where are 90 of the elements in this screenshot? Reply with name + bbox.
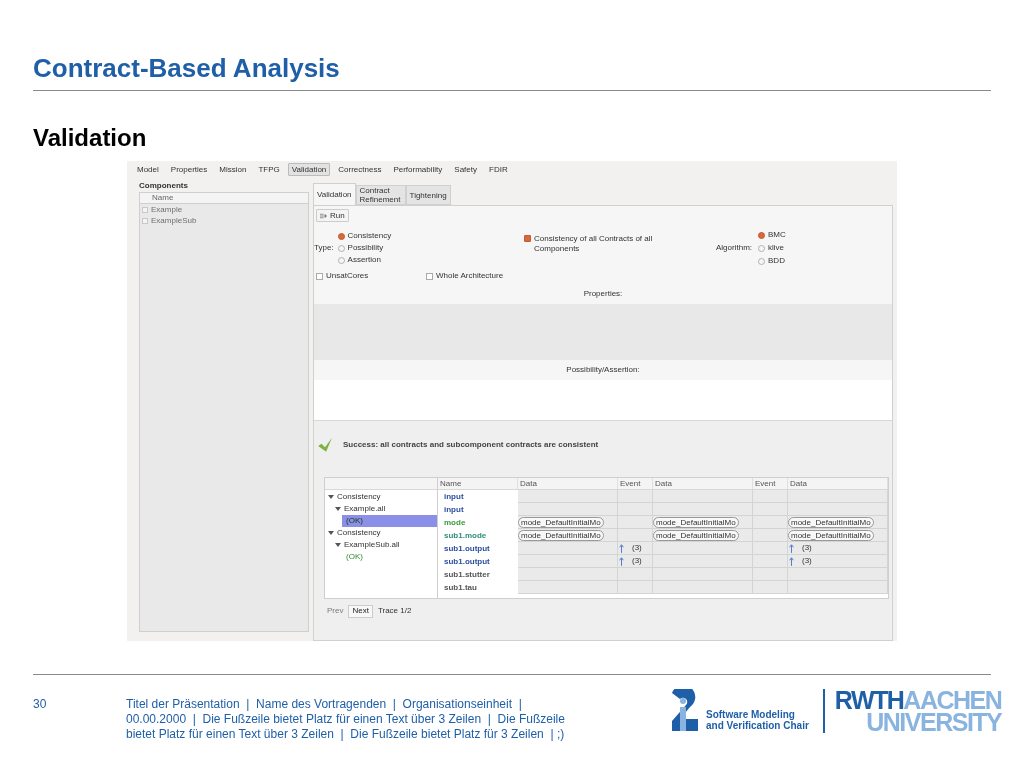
radio-label: BMC xyxy=(768,230,786,240)
chair-name: Software Modeling and Verification Chair xyxy=(706,709,809,731)
tree-item[interactable]: (OK) xyxy=(342,515,437,527)
slide-title: Contract-Based Analysis xyxy=(33,52,340,84)
value-pill: mode_DefaultInitialMo xyxy=(788,516,874,528)
signal-name: sub1.stutter xyxy=(443,568,491,581)
value-pill: mode_DefaultInitialMo xyxy=(653,516,739,528)
signal-name: sub1.output xyxy=(443,555,491,568)
event-arrow-icon xyxy=(789,556,794,566)
expand-icon[interactable] xyxy=(335,543,341,547)
radio-button[interactable] xyxy=(337,232,345,240)
signal-name: sub1.mode xyxy=(443,529,488,542)
column-header: Data xyxy=(653,478,753,489)
section-label: Possibility/Assertion: xyxy=(566,365,640,375)
event-count: (3) xyxy=(632,556,642,566)
radio-label: Consistency xyxy=(347,231,392,241)
tab[interactable]: Performability xyxy=(389,163,447,176)
checkbox-label: UnsatCores xyxy=(326,271,369,281)
footer-text: Titel der Präsentation | Name des Vortragenden | Organisationseinheit | 00.00.2000 | Die Fußzeile bietet Platz für einen Text über 3 Zeilen | Die Fußzeile bietet Platz für einen Text über 3 Zeilen | Die Fußzeile bietet Platz für 3 Zeilen | ;) xyxy=(126,697,566,742)
value-pill: mode_DefaultInitialMo xyxy=(518,516,604,528)
tab[interactable]: Mission xyxy=(215,163,251,176)
page-number: 30 xyxy=(33,697,47,711)
trace-counter: Trace 1/2 xyxy=(377,606,412,616)
component-name[interactable]: Example xyxy=(151,204,183,215)
tree-item[interactable]: Consistency xyxy=(337,528,381,538)
table-cell xyxy=(618,581,653,594)
tab[interactable]: TFPG xyxy=(254,163,284,176)
run-button[interactable]: Run xyxy=(316,209,349,222)
event-count: (3) xyxy=(802,543,812,553)
radio-label: Assertion xyxy=(347,255,381,265)
component-name[interactable]: ExampleSub xyxy=(151,215,197,226)
tab[interactable]: Validation xyxy=(313,183,356,205)
signal-name: sub1.output xyxy=(443,542,491,555)
event-arrow-icon xyxy=(619,556,624,566)
checkbox-label: Whole Architecture xyxy=(436,271,504,281)
signal-name: mode xyxy=(443,516,467,529)
tab[interactable]: Validation xyxy=(287,163,331,176)
nav-button[interactable]: Next xyxy=(348,604,373,618)
event-arrow-icon xyxy=(619,543,624,553)
checkbox[interactable] xyxy=(142,206,148,213)
event-count: (3) xyxy=(632,543,642,553)
column-header: Data xyxy=(518,478,618,489)
signal-name: input xyxy=(443,490,465,503)
checkmark-icon xyxy=(317,437,333,453)
tree-item[interactable]: Example.all xyxy=(344,504,386,514)
tree-item[interactable]: ExampleSub.all xyxy=(344,540,400,550)
field-label: Type: xyxy=(314,243,334,253)
tab[interactable]: Properties xyxy=(166,163,212,176)
column-header: Event xyxy=(753,478,788,489)
checkbox-label: Consistency of all Contracts of all Components xyxy=(534,234,654,254)
radio-label: Possibility xyxy=(347,243,384,253)
radio-button[interactable] xyxy=(758,231,765,239)
section-label: Properties: xyxy=(583,289,623,299)
value-pill: mode_DefaultInitialMo xyxy=(788,529,874,541)
slide-heading: Validation xyxy=(33,123,147,153)
value-pill: mode_DefaultInitialMo xyxy=(518,529,604,541)
result-message: Success: all contracts and subcomponent contracts are consistent xyxy=(343,440,599,450)
column-header: Data xyxy=(788,478,888,489)
column-header: Name xyxy=(438,478,518,489)
signal-name: sub1.tau xyxy=(443,581,478,594)
tab[interactable]: Safety xyxy=(450,163,481,176)
event-count: (3) xyxy=(802,556,812,566)
value-pill: mode_DefaultInitialMo xyxy=(653,529,739,541)
signal-name: input xyxy=(443,503,465,516)
checkbox[interactable] xyxy=(426,272,433,280)
tab[interactable]: Correctness xyxy=(334,163,386,176)
checkbox[interactable] xyxy=(316,272,323,280)
tree-item[interactable]: Consistency xyxy=(337,492,381,502)
tree-item[interactable]: (OK) xyxy=(342,551,437,563)
expand-icon[interactable] xyxy=(335,507,341,511)
tab[interactable]: FDIR xyxy=(485,163,512,176)
column-header: Event xyxy=(618,478,653,489)
tab[interactable]: Contract Refinement xyxy=(355,185,406,205)
run-icon xyxy=(320,212,327,219)
table-cell xyxy=(753,581,788,594)
expand-icon[interactable] xyxy=(328,495,334,499)
tab[interactable]: Model xyxy=(133,163,163,176)
tab[interactable]: Tightening xyxy=(405,185,451,205)
expand-icon[interactable] xyxy=(328,531,334,535)
checkbox[interactable] xyxy=(524,235,531,242)
event-arrow-icon xyxy=(789,543,794,553)
field-label: Algorithm: xyxy=(716,243,752,253)
column-header: Name xyxy=(140,193,308,204)
radio-label: BDD xyxy=(768,256,785,266)
radio-label: klive xyxy=(768,243,785,253)
logo-text: AACHEN xyxy=(903,689,1002,711)
checkbox[interactable] xyxy=(142,217,148,224)
logo-text: UNIVERSITY xyxy=(866,711,1002,733)
panel-label: Components xyxy=(139,181,188,192)
logo-text: RWTH xyxy=(834,689,904,711)
